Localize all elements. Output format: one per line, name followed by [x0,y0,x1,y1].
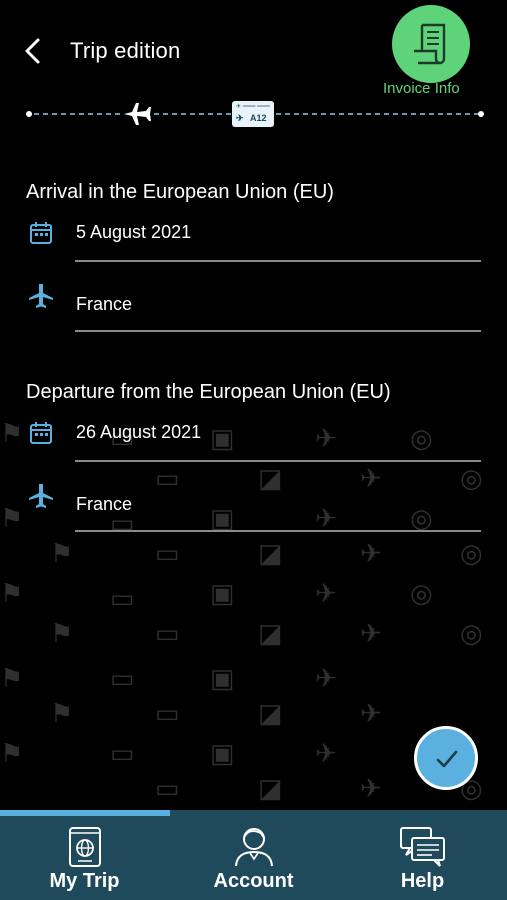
globe-icon: ◎ [460,538,483,568]
ticket-code: A12 [250,113,267,123]
ticket-icon: ▭ [155,538,180,568]
departure-date-field[interactable]: 26 August 2021 [75,420,481,462]
airplane-icon [29,484,53,508]
nav-tab-label: My Trip [49,870,120,892]
globe-icon: ◎ [460,463,483,493]
map-icon: ◪ [258,698,283,728]
ticket-icon: ▭ [110,663,135,693]
confirm-button[interactable] [414,726,478,790]
ticket-icon: ▭ [155,463,180,493]
nav-tab-label: Help [400,870,445,892]
receipt-icon [414,23,446,65]
signpost-icon: ⚑ [50,618,74,648]
departure-country-field[interactable]: France [75,490,481,532]
trip-progress-stepper: ✈ ═══ ═══ ✈ A12 [26,100,486,130]
signpost-icon: ⚑ [50,698,74,728]
back-button[interactable] [18,34,48,68]
bottom-navigation: My Trip Account Help [0,810,507,900]
nav-tab-account[interactable]: Account [169,816,338,900]
header: Trip edition Invoice Info [0,0,507,100]
user-icon [235,828,273,867]
signpost-icon: ⚑ [0,738,24,768]
map-icon: ◪ [258,538,283,568]
airplane-icon [29,284,53,308]
suitcase-icon: ▣ [210,663,235,693]
nav-tab-help[interactable]: Help [338,816,507,900]
departure-date-value: 26 August 2021 [76,422,202,442]
nav-tab-my-trip[interactable]: My Trip [0,816,169,900]
page-title: Trip edition [70,38,181,63]
map-icon: ◪ [258,618,283,648]
calendar-icon [30,422,52,444]
signpost-icon: ⚑ [50,538,74,568]
arrival-date-value: 5 August 2021 [76,222,192,242]
arrival-country-value: France [76,294,133,314]
departure-section-title: Departure from the European Union (EU) [26,381,391,403]
ticket-icon: ▭ [110,583,135,613]
airplane-icon [124,103,151,125]
airplane-icon: ✈ [360,773,382,803]
airplane-icon: ✈ [360,538,382,568]
suitcase-icon: ▣ [210,578,235,608]
airplane-icon: ✈ [315,738,337,768]
ticket-icon: ▭ [110,738,135,768]
airplane-icon: ✈ [360,698,382,728]
arrival-country-field[interactable]: France [75,290,481,332]
invoice-info-label[interactable]: Invoice Info [383,80,460,97]
signpost-icon: ⚑ [0,503,24,533]
ticket-icon: ▭ [155,773,180,803]
checkmark-icon [436,750,458,768]
airplane-icon: ✈ [360,463,382,493]
boarding-pass-icon: ✈ ═══ ═══ ✈ A12 [232,101,274,127]
passport-icon [69,827,101,867]
signpost-icon: ⚑ [0,578,24,608]
invoice-info-button[interactable] [392,5,470,83]
departure-country-value: France [76,494,133,514]
signpost-icon: ⚑ [0,418,24,448]
suitcase-icon: ▣ [210,738,235,768]
airplane-icon: ✈ [315,663,337,693]
airplane-icon: ✈ [360,618,382,648]
chevron-left-icon [25,38,40,64]
nav-tab-label: Account [213,870,294,892]
map-icon: ◪ [258,773,283,803]
arrival-date-field[interactable]: 5 August 2021 [75,220,481,262]
ticket-icon: ▭ [155,618,180,648]
chat-icon [400,827,445,867]
signpost-icon: ⚑ [0,663,24,693]
calendar-icon [30,222,52,244]
globe-icon: ◎ [460,618,483,648]
airplane-icon: ✈ [315,578,337,608]
ticket-icon: ▭ [155,698,180,728]
map-icon: ◪ [258,463,283,493]
arrival-section-title: Arrival in the European Union (EU) [26,181,334,203]
globe-icon: ◎ [410,578,433,608]
